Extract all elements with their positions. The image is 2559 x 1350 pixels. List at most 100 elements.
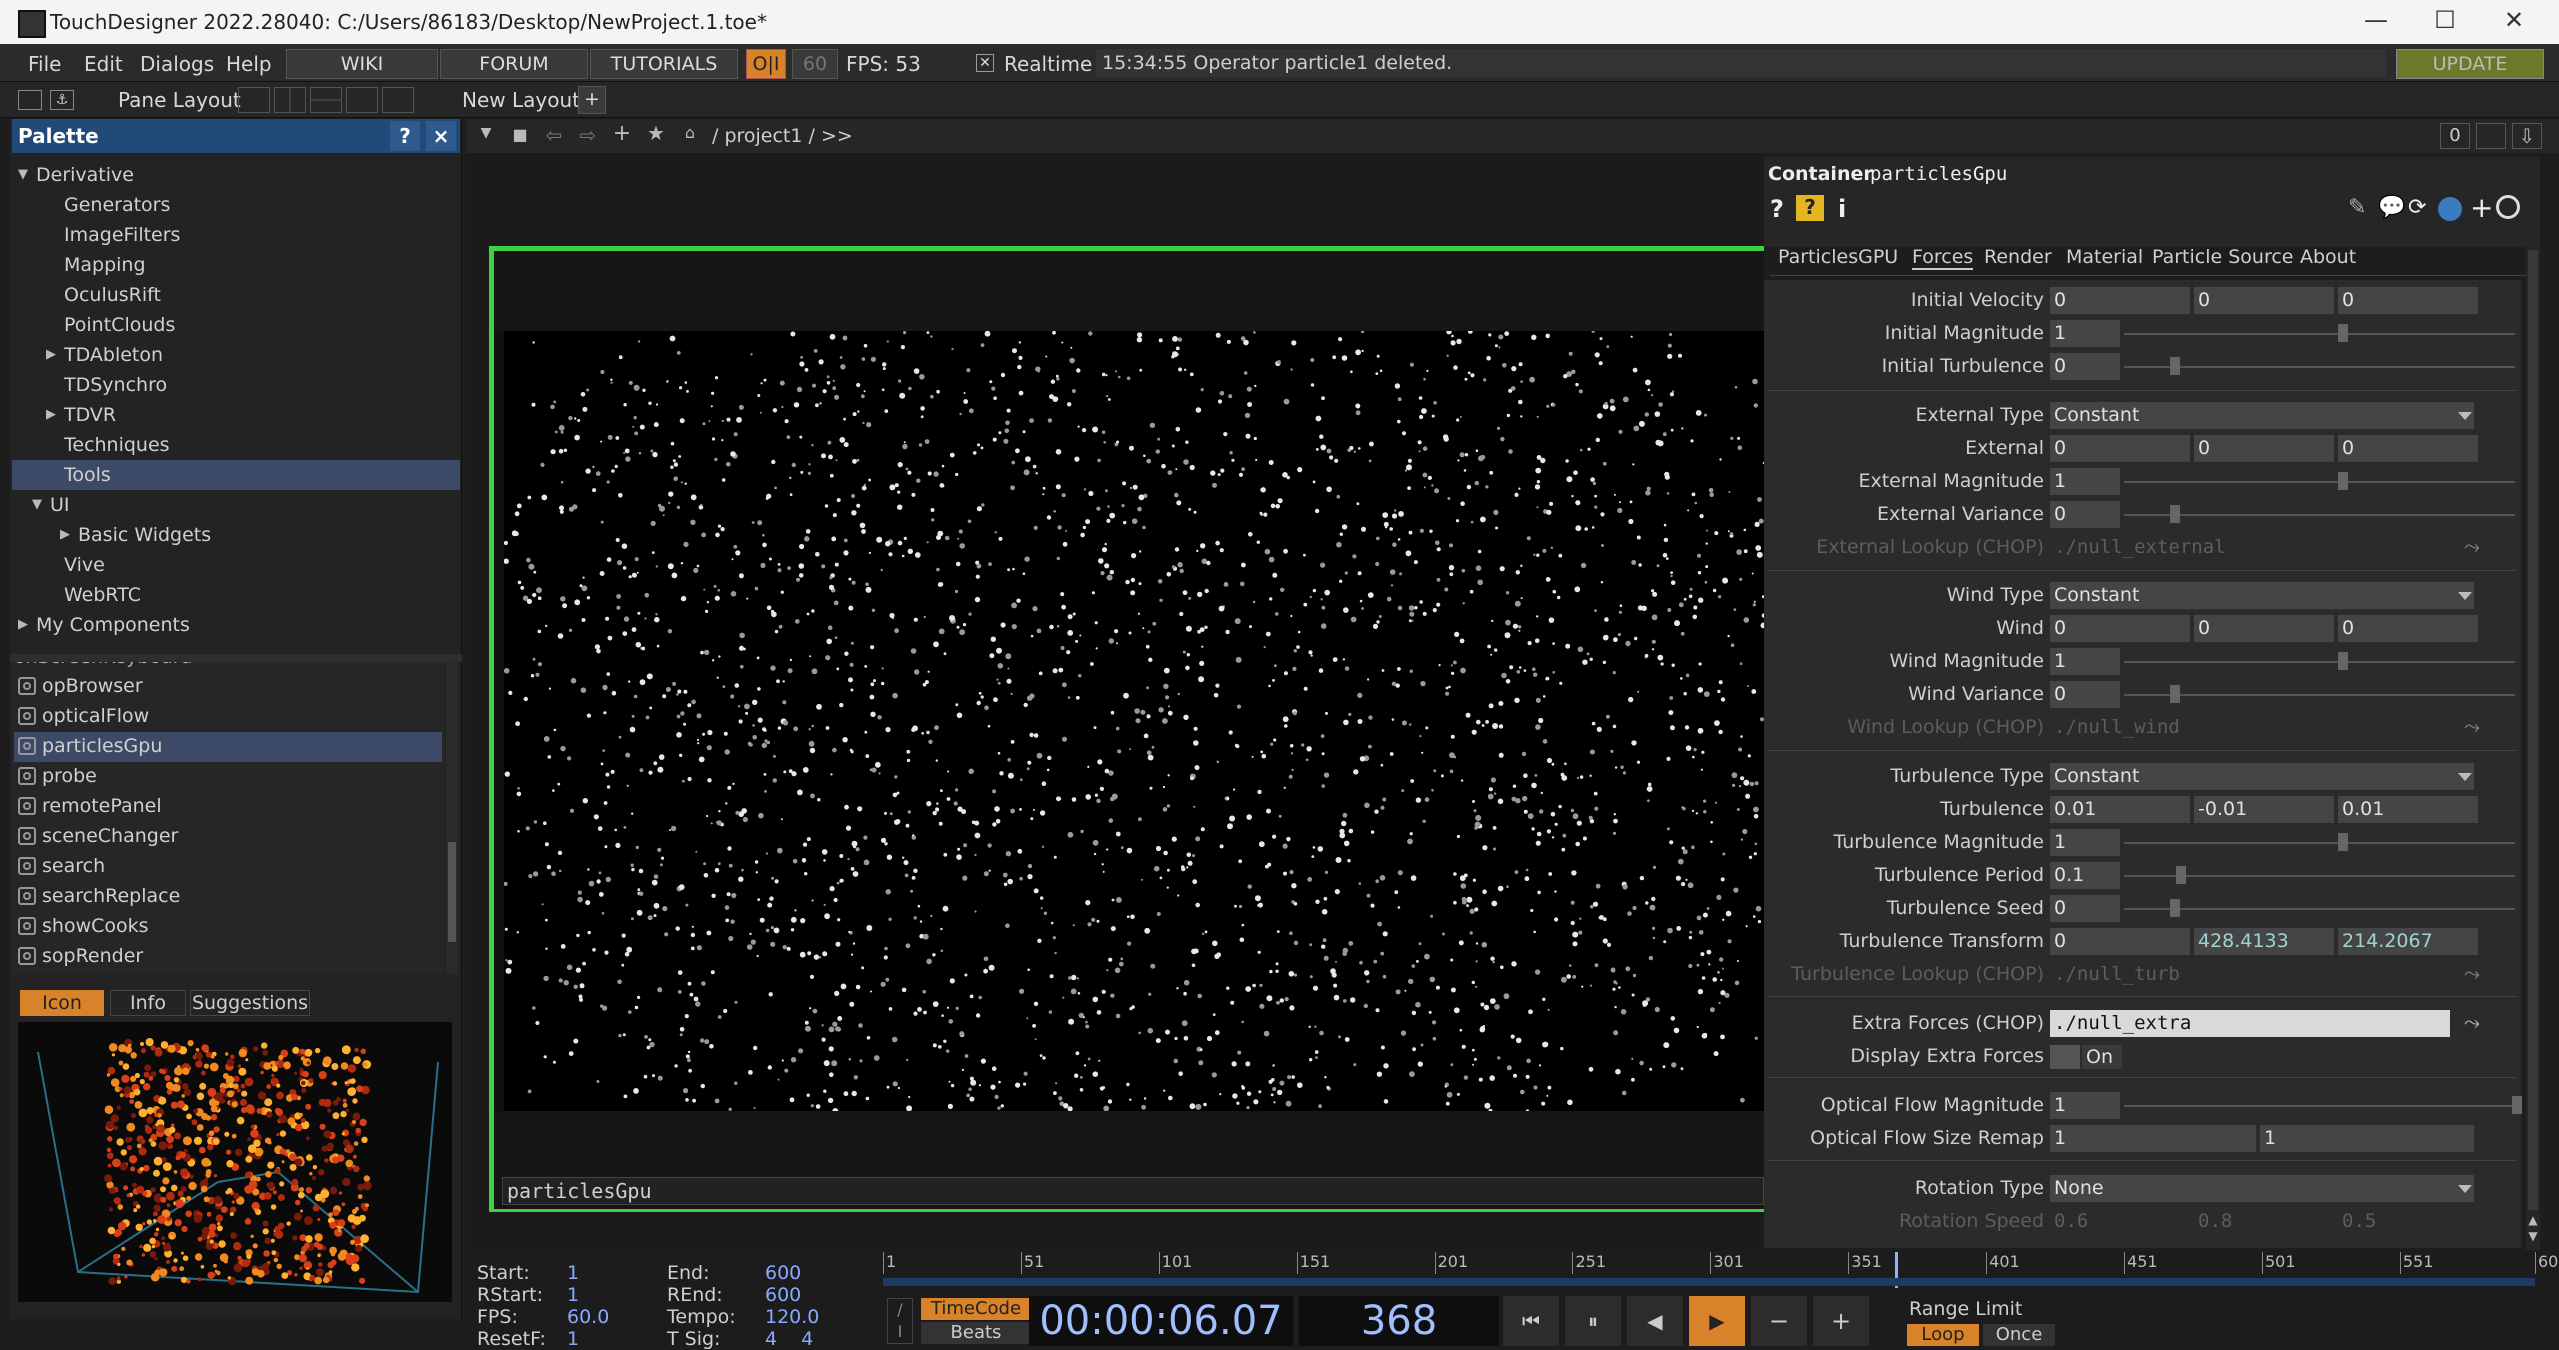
anchor-icon[interactable]: ⚓	[50, 90, 74, 110]
param-scrollbar[interactable]: ▲ ▼	[2526, 240, 2540, 1250]
list-item[interactable]: searchReplace	[14, 882, 442, 912]
start-value[interactable]: 1	[567, 1262, 579, 1284]
palette-tree-item[interactable]: ▶ TDAbleton	[12, 340, 460, 370]
param-slider-turbulence-seed[interactable]	[2124, 908, 2515, 910]
slider-handle[interactable]	[2170, 505, 2180, 523]
pencil-icon[interactable]: ✎	[2348, 195, 2366, 220]
increment-icon[interactable]: +	[1813, 1296, 1869, 1346]
slider-handle[interactable]	[2338, 652, 2348, 670]
slider-handle[interactable]	[2338, 833, 2348, 851]
tab-info[interactable]: Info	[110, 990, 186, 1016]
param-field-wind-magnitude[interactable]: 1	[2050, 648, 2120, 675]
beats-button[interactable]: Beats	[921, 1322, 1031, 1344]
palette-tree-item[interactable]: ▼ UI	[12, 490, 460, 520]
list-item[interactable]: sopRender	[14, 942, 442, 972]
tab-icon[interactable]: Icon	[20, 990, 104, 1016]
menu-edit[interactable]: Edit	[84, 52, 123, 76]
op-name-field[interactable]: particlesGpu	[1870, 163, 2007, 185]
timeline-ruler[interactable]: 151101151201251301351401451501551600	[883, 1252, 2559, 1292]
tab-about[interactable]: About	[2300, 246, 2356, 268]
palette-tree-item[interactable]: Vive	[12, 550, 460, 580]
palette-tree-item[interactable]: ▼ Derivative	[12, 160, 460, 190]
tempo-value[interactable]: 120.0	[765, 1306, 819, 1328]
param-field-wind[interactable]: 0	[2050, 615, 2190, 642]
timecode-display[interactable]: 00:00:06.07	[1029, 1296, 1293, 1346]
palette-tree-item[interactable]: OculusRift	[12, 280, 460, 310]
fps-cap-field[interactable]: 60	[792, 49, 838, 79]
chevron-right-icon[interactable]: ▶	[46, 407, 56, 422]
once-button[interactable]: Once	[1983, 1324, 2055, 1346]
param-field-rotation-type[interactable]: None	[2050, 1175, 2474, 1202]
home-icon[interactable]: ⌂	[678, 123, 702, 147]
tab-material[interactable]: Material	[2066, 246, 2143, 268]
param-field-optical-flow-size-remap[interactable]: 1	[2050, 1125, 2256, 1152]
param-slider-initial-turbulence[interactable]	[2124, 366, 2515, 368]
help-icon[interactable]: ?	[1770, 195, 1784, 223]
maximize-button[interactable]: ☐	[2425, 6, 2465, 36]
forward-arrow-icon[interactable]: ⇨	[576, 123, 600, 147]
add-layout-button[interactable]: +	[578, 86, 606, 114]
python-icon[interactable]	[2438, 197, 2462, 221]
param-field-wind[interactable]: 0	[2194, 615, 2334, 642]
tab-particlesgpu[interactable]: ParticlesGPU	[1778, 246, 1898, 268]
param-field-initial-velocity[interactable]: 0	[2338, 287, 2478, 314]
stop-icon[interactable]: ■	[508, 125, 532, 147]
param-slider-external-variance[interactable]	[2124, 514, 2515, 516]
param-field-turbulence-transform[interactable]: 428.4133	[2194, 928, 2334, 955]
back-arrow-icon[interactable]: ⇦	[542, 123, 566, 147]
param-slider-external-magnitude[interactable]	[2124, 481, 2515, 483]
image-icon[interactable]	[18, 90, 42, 110]
drag-link-icon[interactable]: ⤳	[2464, 534, 2480, 558]
loop-button[interactable]: Loop	[1907, 1324, 1979, 1346]
range-bar[interactable]	[883, 1278, 2535, 1286]
chain-icon[interactable]: ⟳	[2408, 195, 2426, 220]
param-slider-initial-magnitude[interactable]	[2124, 333, 2515, 335]
palette-close-button[interactable]: ×	[426, 121, 456, 151]
play-icon[interactable]: ▶	[1689, 1296, 1745, 1346]
minimize-button[interactable]: —	[2356, 6, 2396, 36]
param-field-turbulence-period[interactable]: 0.1	[2050, 862, 2120, 889]
decrement-icon[interactable]: −	[1751, 1296, 1807, 1346]
param-field-turbulence-transform[interactable]: 0	[2050, 928, 2190, 955]
param-field-external[interactable]: 0	[2050, 435, 2190, 462]
layout-triple-icon[interactable]	[346, 87, 378, 113]
param-field-wind-type[interactable]: Constant	[2050, 582, 2474, 609]
target-icon[interactable]	[2496, 195, 2520, 219]
frame-display[interactable]: 368	[1299, 1296, 1499, 1346]
rewind-icon[interactable]: ⏮	[1503, 1296, 1559, 1346]
param-field-optical-flow-size-remap[interactable]: 1	[2260, 1125, 2474, 1152]
tutorials-button[interactable]: TUTORIALS	[590, 49, 738, 79]
fps-value[interactable]: 60.0	[567, 1306, 609, 1328]
scroll-arrows-icon[interactable]: ▲ ▼	[2526, 1212, 2540, 1248]
chevron-down-icon[interactable]	[2458, 773, 2472, 781]
slider-handle[interactable]	[2170, 899, 2180, 917]
layout-quad-icon[interactable]	[382, 87, 414, 113]
param-field-display-extra[interactable]: On	[2082, 1045, 2122, 1069]
comment-icon[interactable]: 💬	[2378, 195, 2405, 220]
layout-split-horizontal-icon[interactable]	[310, 87, 342, 113]
slider-handle[interactable]	[2512, 1096, 2522, 1114]
param-slider-wind-magnitude[interactable]	[2124, 661, 2515, 663]
list-item[interactable]: opticalFlow	[14, 702, 442, 732]
chevron-down-icon[interactable]	[2458, 412, 2472, 420]
param-field-external-variance[interactable]: 0	[2050, 501, 2120, 528]
list-item[interactable]: showCooks	[14, 912, 442, 942]
tab-forces[interactable]: Forces	[1912, 246, 1974, 270]
maximize-pane-icon[interactable]	[2476, 123, 2506, 149]
drag-link-icon[interactable]: ⤳	[2464, 714, 2480, 738]
param-field-external-lookup[interactable]: ./null_external	[2050, 534, 2450, 561]
python-help-icon[interactable]: ?	[1796, 195, 1824, 221]
param-field-initial-magnitude[interactable]: 1	[2050, 320, 2120, 347]
update-button[interactable]: UPDATE	[2396, 49, 2544, 79]
end-value[interactable]: 600	[765, 1262, 801, 1284]
palette-tree-item[interactable]: Generators	[12, 190, 460, 220]
palette-tree-item[interactable]: Tools	[12, 460, 460, 490]
palette-tree-item[interactable]: WebRTC	[12, 580, 460, 610]
slider-handle[interactable]	[2176, 866, 2186, 884]
list-item[interactable]: probe	[14, 762, 442, 792]
chevron-down-icon[interactable]	[2458, 1185, 2472, 1193]
menu-help[interactable]: Help	[226, 52, 272, 76]
tab-particle-source[interactable]: Particle Source	[2152, 246, 2294, 268]
layout-split-vertical-icon[interactable]	[274, 87, 306, 113]
param-field-external[interactable]: 0	[2338, 435, 2478, 462]
